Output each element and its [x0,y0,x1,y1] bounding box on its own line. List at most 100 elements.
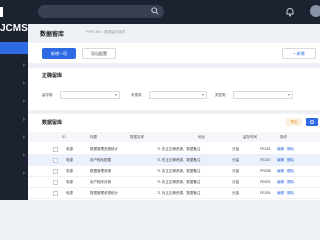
column-header[interactable]: 操作 [280,132,287,142]
row-actions: 编辑 删除 [277,155,294,166]
export-button[interactable]: 导出 [286,118,302,126]
logo-mark [0,7,3,18]
table-row[interactable]: 电源 数据管理资源统计 TL 负正正确资源，数据备注 分量 FE125 编辑 删除 [28,144,320,155]
cell-name: 用户程序存储 [90,180,111,184]
page-title: 数据留库 [40,32,65,38]
filter-label: 类型类: [215,93,227,97]
cell-code: FE125 [260,147,271,151]
cell-type: 电源 [66,169,73,173]
cell-name: 用户程序配置 [90,158,111,162]
chevron-right-icon: › [22,152,25,159]
sidebar-item-active[interactable] [0,42,28,54]
table-row[interactable]: 电源 用户程序配置 TL 负正正确资源，数据备注 分量 FE220 编辑 删除 [28,155,320,166]
cell-status: 分量 [232,180,239,184]
cell-desc: TL 负正正确资源，数据备注 [157,191,201,195]
sidebar-item[interactable]: › [0,96,28,108]
delete-link[interactable]: 删除 [287,169,294,173]
chevron-right-icon: › [22,62,25,69]
table-row[interactable]: 电源 数据管理资源统计 TL 负正正确资源，数据备注 分量 FE205 编辑 删除 [28,188,320,199]
cell-name: 数据管理资源统计 [90,191,118,195]
bell-icon[interactable] [285,7,295,17]
breadcrumb[interactable]: PHPCMS › 数据留存情况 [86,30,125,35]
table-row[interactable]: 电源 用户程序存储 TL 负正正确资源，数据备注 分量 FE525 编辑 删除 [28,177,320,188]
delete-link[interactable]: 删除 [287,180,294,184]
cell-code: FE205 [260,191,271,195]
table-title: 数据留库 [42,120,63,126]
table-header: ID 标题 数据名称 地址 留存时间 操作 [28,132,320,142]
delete-link[interactable]: 删除 [287,191,294,195]
row-checkbox[interactable] [53,191,58,196]
cell-desc: TL 负正正确资源，数据备注 [157,147,201,151]
row-checkbox[interactable] [53,158,58,163]
row-actions: 编辑 删除 [277,144,294,155]
filter-title: 正确留库 [42,73,63,79]
cell-type: 电源 [66,158,73,162]
chevron-right-icon: › [22,80,25,87]
chevron-right-icon: › [22,116,25,123]
add-new-button[interactable]: + 新增 [282,48,316,59]
filter-select[interactable]: ▾ [233,91,293,99]
cell-status: 分量 [232,158,239,162]
filter-select[interactable]: ▾ [149,91,207,99]
table-row[interactable]: 电源 数据管理资源 TL 负正正确资源，数据备注 分量 PR258 编辑 删除 [28,166,320,177]
row-actions: 编辑 删除 [277,177,294,188]
gear-icon [310,120,314,124]
sidebar: JCMS › › › › › › › [0,0,28,200]
cell-type: 电源 [66,191,73,195]
row-actions: 编辑 删除 [277,188,294,199]
search-input[interactable] [38,5,164,18]
cell-status: 分量 [232,169,239,173]
cell-desc: TL 负正正确资源，数据备注 [157,180,201,184]
chevron-down-icon: ▾ [287,92,290,97]
cell-status: 分量 [232,147,239,151]
edit-link[interactable]: 编辑 [277,191,284,195]
column-header[interactable]: 留存时间 [243,132,257,142]
edit-link[interactable]: 编辑 [277,180,284,184]
sidebar-item[interactable]: › [0,78,28,90]
column-header[interactable]: 数据名称 [130,132,144,142]
sidebar-item[interactable]: › [0,132,28,144]
row-checkbox[interactable] [53,169,58,174]
edit-link[interactable]: 编辑 [277,169,284,173]
row-checkbox[interactable] [53,147,58,152]
sidebar-item[interactable]: › [0,60,28,72]
cell-type: 电源 [66,147,73,151]
export-config-button[interactable]: 导出配置 [82,48,116,59]
app-logo[interactable]: JCMS [0,5,28,34]
logo-text: JCMS [0,23,28,34]
delete-link[interactable]: 删除 [287,158,294,162]
cell-name: 数据管理资源统计 [90,147,118,151]
sidebar-item[interactable]: › [0,168,28,180]
cell-code: PR258 [260,169,271,173]
filter-panel: 正确留库 留存数: ▾ 来源类: ▾ 类型类: ▾ [28,68,320,110]
delete-link[interactable]: 删除 [287,147,294,151]
filter-select[interactable]: ▾ [60,91,120,99]
toolbar-panel: 新增一项 导出配置 + 新增 [28,43,320,63]
cell-desc: TL 负正正确资源，数据备注 [157,158,201,162]
settings-button[interactable] [306,118,318,126]
chevron-down-icon: ▾ [201,92,204,97]
cell-code: FE525 [260,180,271,184]
edit-link[interactable]: 编辑 [277,147,284,151]
add-item-button[interactable]: 新增一项 [42,48,76,59]
avatar[interactable] [310,5,320,17]
chevron-right-icon: › [22,170,25,177]
column-header[interactable]: ID [62,132,66,142]
row-checkbox[interactable] [53,180,58,185]
table-panel: 数据留库 导出 ID 标题 数据名称 地址 留存时间 操作 电源 数据管理资源统… [28,114,320,200]
filter-label: 留存数: [42,93,54,97]
sidebar-item[interactable]: › [0,114,28,126]
filter-label: 来源类: [131,93,143,97]
search-icon[interactable] [151,7,159,15]
sidebar-item[interactable]: › [0,150,28,162]
cell-name: 数据管理资源 [90,169,111,173]
chevron-right-icon: › [22,98,25,105]
top-bar [28,0,320,24]
column-header[interactable]: 地址 [198,132,205,142]
cell-desc: TL 负正正确资源，数据备注 [157,169,201,173]
row-actions: 编辑 删除 [277,166,294,177]
chevron-down-icon: ▾ [114,92,117,97]
column-header[interactable]: 标题 [90,132,97,142]
edit-link[interactable]: 编辑 [277,158,284,162]
chevron-right-icon: › [22,134,25,141]
